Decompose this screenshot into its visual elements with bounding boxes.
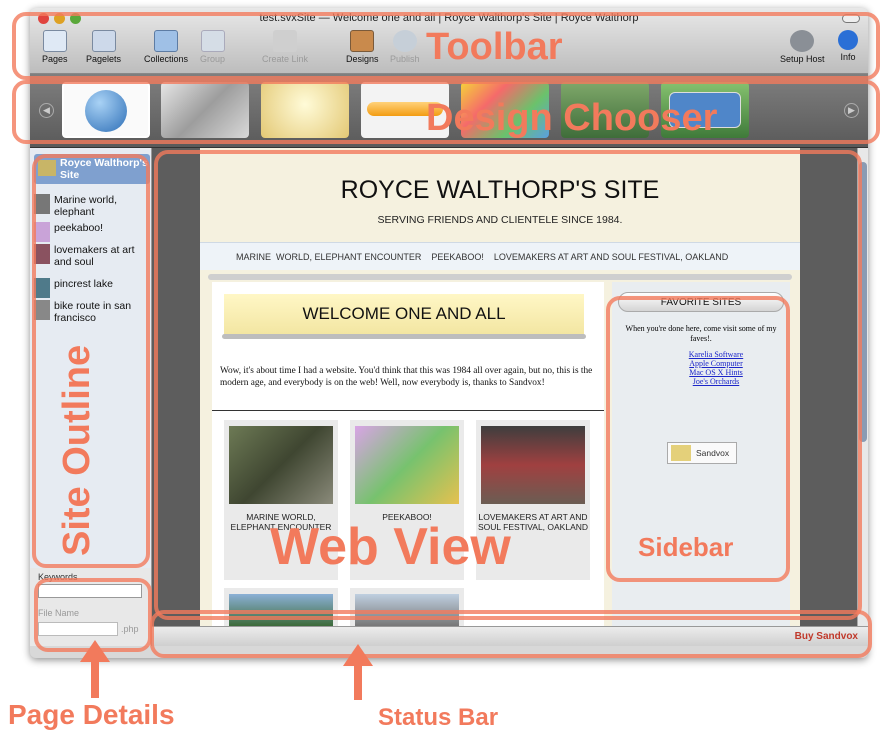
design-chooser-annotation: Design Chooser [426, 97, 718, 139]
arrow-up-icon [80, 640, 110, 662]
arrow-up-icon [343, 644, 373, 666]
status-bar-highlight [150, 610, 872, 658]
page-details-annotation: Page Details [8, 699, 175, 730]
site-outline-annotation: Site Outline [56, 344, 98, 556]
web-view-annotation: Web View [270, 518, 511, 576]
arrow-shaft [91, 660, 99, 698]
toolbar-annotation: Toolbar [426, 26, 563, 68]
arrow-shaft [354, 664, 362, 700]
sidebar-annotation: Sidebar [638, 532, 734, 562]
status-bar-annotation: Status Bar [378, 704, 499, 731]
